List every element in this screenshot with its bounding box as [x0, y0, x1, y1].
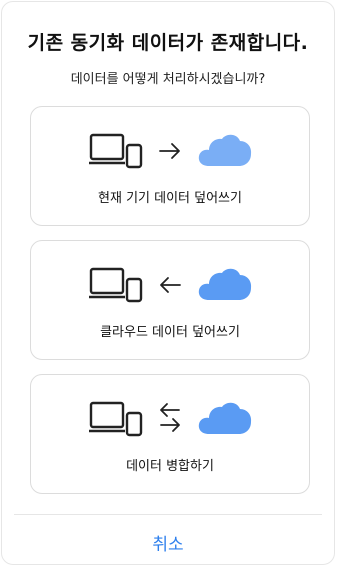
merge-data-option[interactable]: 데이터 병합하기	[30, 374, 310, 494]
option-icons	[31, 399, 309, 439]
option-label: 현재 기기 데이터 덮어쓰기	[98, 191, 242, 206]
option-icons	[31, 265, 309, 305]
devices-icon	[89, 133, 143, 169]
overwrite-device-option[interactable]: 현재 기기 데이터 덮어쓰기	[30, 106, 310, 226]
sync-conflict-dialog: 기존 동기화 데이터가 존재합니다. 데이터를 어떻게 처리하시겠습니까? 현재…	[1, 1, 335, 565]
arrow-right-icon	[159, 143, 180, 159]
dialog-title: 기존 동기화 데이터가 존재합니다.	[27, 32, 309, 54]
option-icons	[31, 131, 309, 171]
devices-icon	[89, 267, 143, 303]
swap-arrows-icon	[160, 403, 180, 432]
divider	[14, 514, 322, 515]
overwrite-cloud-option[interactable]: 클라우드 데이터 덮어쓰기	[30, 240, 310, 360]
cancel-button[interactable]: 취소	[2, 530, 334, 555]
option-label: 클라우드 데이터 덮어쓰기	[100, 325, 240, 340]
cloud-icon	[198, 268, 252, 300]
option-label: 데이터 병합하기	[126, 459, 214, 474]
dialog-subtitle: 데이터를 어떻게 처리하시겠습니까?	[70, 72, 266, 87]
devices-icon	[89, 401, 143, 437]
cloud-icon	[198, 134, 252, 166]
arrow-left-icon	[160, 277, 181, 293]
cloud-icon	[198, 402, 252, 434]
